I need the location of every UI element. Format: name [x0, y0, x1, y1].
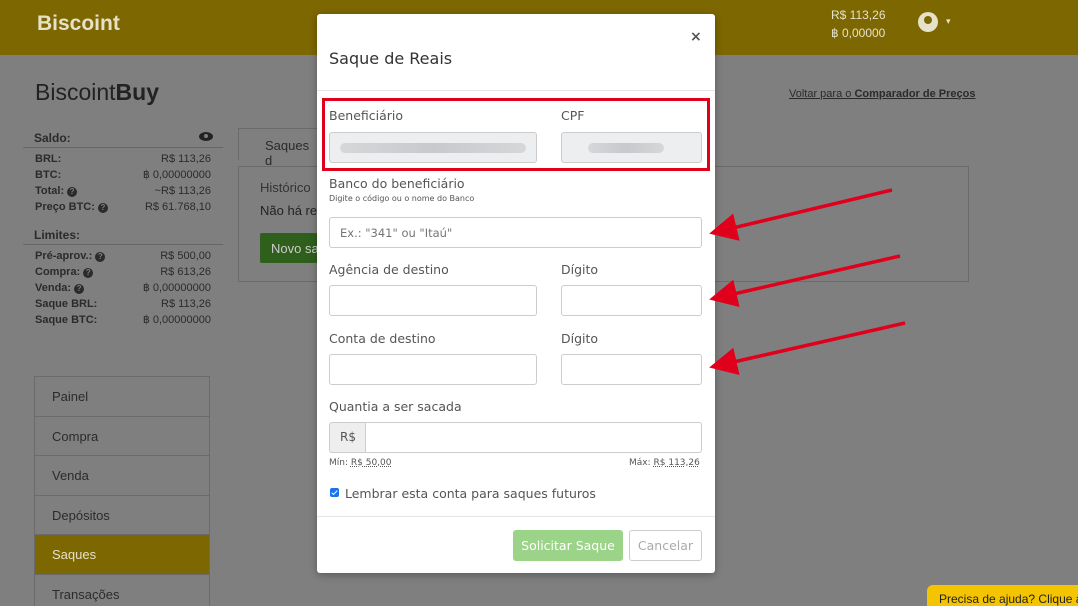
conta-digito-label: Dígito	[561, 331, 599, 346]
logo[interactable]: Biscoint	[37, 12, 120, 36]
conta-digito-input[interactable]	[561, 354, 702, 385]
close-icon[interactable]: ×	[690, 29, 702, 45]
limite-row: Saque BRL: R$ 113,26	[35, 298, 211, 310]
quantia-input[interactable]	[365, 422, 702, 453]
conta-label: Conta de destino	[329, 331, 436, 346]
chevron-down-icon: ▾	[946, 17, 951, 27]
quantia-label: Quantia a ser sacada	[329, 399, 462, 414]
conta-input[interactable]	[329, 354, 537, 385]
sidebar-nav: Painel Compra Venda Depósitos Saques Tra…	[34, 376, 210, 606]
limites-heading: Limites:	[23, 225, 223, 245]
help-icon[interactable]: ?	[97, 203, 108, 213]
user-menu[interactable]: ▾	[918, 12, 951, 32]
limite-row: Saque BTC: ฿ 0,00000000	[35, 314, 211, 326]
help-icon[interactable]: ?	[95, 252, 106, 262]
help-chat-tab[interactable]: Precisa de ajuda? Clique a	[927, 585, 1078, 606]
help-icon[interactable]: ?	[83, 268, 94, 278]
max-amount: Máx: R$ 113,26	[629, 458, 700, 468]
limite-row: Pré-aprov.:? R$ 500,00	[35, 250, 211, 262]
sidebar-item-transacoes[interactable]: Transações	[35, 575, 209, 606]
remember-checkbox[interactable]	[330, 488, 339, 497]
help-icon[interactable]: ?	[67, 187, 78, 197]
sidebar-item-depositos[interactable]: Depósitos	[35, 496, 209, 535]
header-balance: R$ 113,26 ฿ 0,00000	[831, 6, 886, 42]
sidebar-item-venda[interactable]: Venda	[35, 456, 209, 496]
header-balance-btc: ฿ 0,00000	[831, 26, 886, 40]
saldo-row: Total:? ~R$ 113,26	[35, 185, 211, 197]
agencia-label: Agência de destino	[329, 262, 449, 277]
header-balance-brl: R$ 113,26	[831, 8, 886, 22]
banco-input[interactable]	[329, 217, 702, 248]
solicitar-saque-button[interactable]: Solicitar Saque	[513, 530, 623, 561]
saldo-row: BTC: ฿ 0,00000000	[35, 169, 211, 181]
banco-label: Banco do beneficiário	[329, 176, 465, 191]
limite-row: Compra:? R$ 613,26	[35, 266, 211, 278]
agencia-input[interactable]	[329, 285, 537, 316]
annotation-arrow	[709, 321, 906, 375]
sidebar-item-painel[interactable]: Painel	[35, 377, 209, 417]
card-empty-text: Não há re	[260, 203, 318, 218]
modal-header: Saque de Reais ×	[317, 14, 715, 91]
page-title: BiscointBuy	[35, 79, 159, 105]
modal-footer: Solicitar Saque Cancelar	[317, 516, 715, 573]
agencia-digito-input[interactable]	[561, 285, 702, 316]
eye-icon[interactable]	[199, 132, 213, 141]
sidebar-item-saques[interactable]: Saques	[35, 535, 209, 575]
tab-saques[interactable]: Saques d	[238, 128, 318, 168]
saldo-heading: Saldo:	[23, 128, 223, 148]
card-title: Histórico	[260, 180, 311, 195]
saldo-row: Preço BTC:? R$ 61.768,10	[35, 201, 211, 213]
banco-hint: Digite o código ou o nome do Banco	[329, 194, 475, 203]
agencia-digito-label: Dígito	[561, 262, 599, 277]
help-icon[interactable]: ?	[74, 284, 85, 294]
balance-panel: Saldo: BRL: R$ 113,26 BTC: ฿ 0,00000000 To…	[23, 128, 223, 328]
sidebar-item-compra[interactable]: Compra	[35, 417, 209, 456]
modal-title: Saque de Reais	[329, 49, 453, 68]
cancel-button[interactable]: Cancelar	[629, 530, 702, 561]
remember-label[interactable]: Lembrar esta conta para saques futuros	[345, 486, 596, 501]
min-amount: Mín: R$ 50,00	[329, 458, 392, 468]
new-withdrawal-button[interactable]: Novo sa	[260, 233, 320, 263]
annotation-highlight-box	[322, 98, 710, 171]
back-to-comparator-link[interactable]: Voltar para o Comparador de Preços	[789, 88, 975, 100]
limite-row: Venda:? ฿ 0,00000000	[35, 282, 211, 294]
saldo-row: BRL: R$ 113,26	[35, 153, 211, 165]
user-icon	[918, 12, 938, 32]
currency-addon: R$	[329, 422, 366, 453]
